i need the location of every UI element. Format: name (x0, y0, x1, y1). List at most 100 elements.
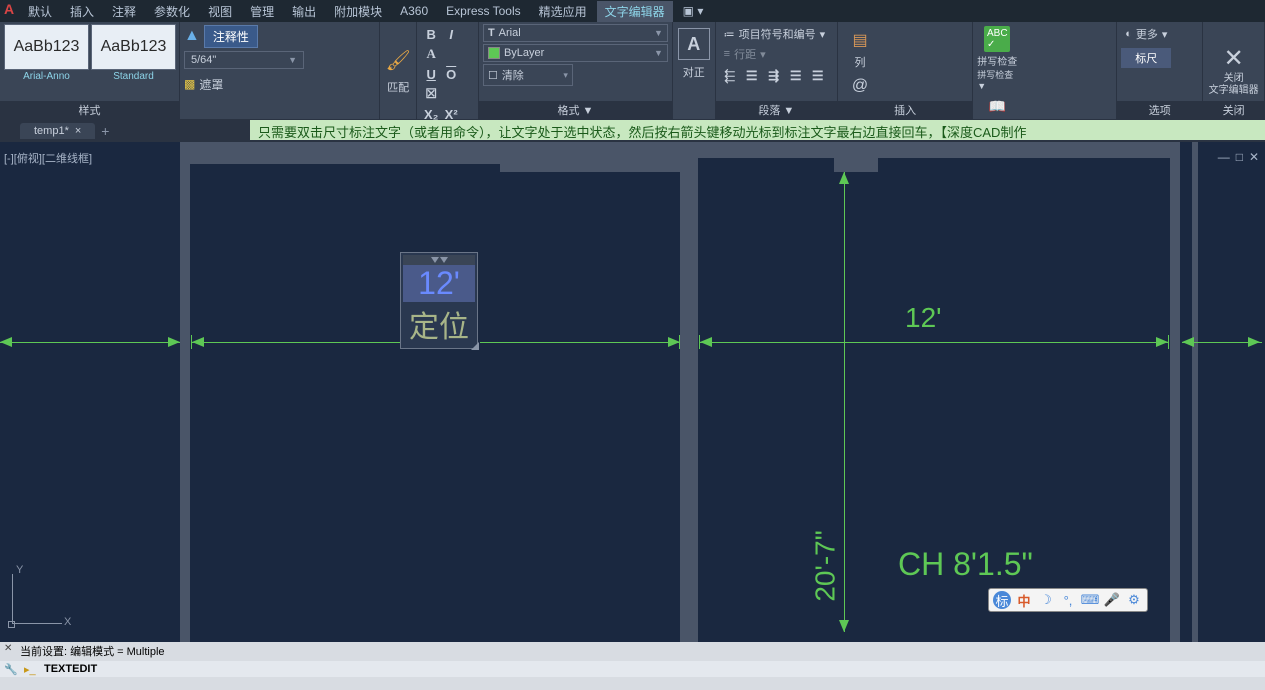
ime-keyboard-icon[interactable]: ⌨ (1081, 591, 1099, 609)
bold-button[interactable]: B (422, 25, 440, 43)
wrench-icon[interactable]: 🔧 (4, 663, 20, 676)
overline-button[interactable]: O (442, 65, 460, 83)
tab-temp1[interactable]: temp1*× (20, 123, 95, 139)
vp-maximize-icon[interactable]: □ (1236, 150, 1243, 164)
dim-tick (1168, 335, 1169, 349)
command-line[interactable]: ✕ 当前设置: 编辑模式 = Multiple 🔧▸_TEXTEDIT (0, 642, 1265, 690)
wall (698, 142, 1178, 158)
align-left-icon[interactable]: ⬱ (721, 67, 739, 85)
close-editor-button[interactable]: ✕ (1224, 44, 1244, 73)
linespacing-button[interactable]: ≡ 行距 ▾ (720, 44, 833, 64)
dim-text-12: 12' (905, 302, 942, 334)
inplace-text-editor[interactable]: 12' 定位 (400, 252, 478, 349)
align-center-icon[interactable]: ☰ (743, 67, 761, 85)
editor-ruler[interactable] (403, 255, 475, 265)
menu-insert[interactable]: 插入 (62, 1, 102, 22)
layer-combo[interactable]: ByLayer▼ (483, 44, 668, 62)
viewport-label[interactable]: [-][俯视][二维线框] (4, 150, 92, 166)
clear-combo[interactable]: ☐清除▾ (483, 64, 573, 86)
ime-moon-icon[interactable]: ☽ (1037, 591, 1055, 609)
wall (500, 142, 682, 172)
dim-text-20-7: 20'-7" (810, 530, 842, 601)
editor-line-1[interactable]: 12' (403, 265, 475, 302)
menu-featured[interactable]: 精选应用 (531, 1, 595, 22)
dim-arrow-icon (1182, 337, 1194, 347)
style-sample-1[interactable]: AaBb123 (4, 24, 89, 70)
at-icon: @ (848, 74, 872, 98)
match-brush-icon[interactable]: 🖌 (384, 47, 412, 75)
ime-lang-icon[interactable]: 中 (1015, 591, 1033, 609)
dim-line (0, 342, 180, 343)
annotative-button[interactable]: 注释性 (204, 25, 258, 48)
menu-manage[interactable]: 管理 (242, 1, 282, 22)
align-right-icon[interactable]: ⇶ (765, 67, 783, 85)
ime-settings-icon[interactable]: ⚙ (1125, 591, 1143, 609)
menu-bar: 默认 插入 注释 参数化 视图 管理 输出 附加模块 A360 Express … (0, 0, 1265, 22)
ime-mic-icon[interactable]: 🎤 (1103, 591, 1121, 609)
dim-tick (699, 335, 700, 349)
menu-overflow[interactable]: ▣ ▾ (675, 2, 712, 20)
ime-logo-icon[interactable]: 标 (993, 591, 1011, 609)
ch-text: CH 8'1.5" (898, 546, 1033, 583)
underline-button[interactable]: U (422, 65, 440, 83)
panel-close: ✕ 关闭文字编辑器 关闭 (1203, 22, 1265, 119)
menu-parametric[interactable]: 参数化 (146, 1, 198, 22)
tab-add-button[interactable]: + (101, 123, 109, 139)
wall (180, 142, 190, 642)
tab-marker-icon[interactable] (431, 257, 439, 263)
wall (1192, 142, 1198, 642)
strike-button[interactable]: ☒ (422, 85, 440, 103)
menu-text-editor[interactable]: 文字编辑器 (597, 1, 673, 22)
vp-minimize-icon[interactable]: — (1218, 150, 1230, 164)
spellcheck-button[interactable]: ABC✓拼写检查拼写检查 ▼ (977, 24, 1017, 91)
justify-icon[interactable]: A (678, 28, 710, 60)
dim-arrow-icon (839, 172, 849, 184)
dim-arrow-icon (1156, 337, 1168, 347)
cmd-input[interactable]: TEXTEDIT (44, 663, 97, 675)
editor-resize-handle[interactable] (471, 342, 479, 350)
more-button[interactable]: ◐ 更多 ▾ (1121, 24, 1198, 44)
cmdline-close-icon[interactable]: ✕ (4, 643, 12, 654)
style-sample-2[interactable]: AaBb123 (91, 24, 176, 70)
dim-arrow-icon (700, 337, 712, 347)
column-button[interactable]: ▤列 (842, 24, 878, 70)
menu-express[interactable]: Express Tools (438, 2, 528, 20)
panel-insert: ▤列 @符号 ▦字段 插入 (838, 22, 973, 119)
tab-marker-icon[interactable] (440, 257, 448, 263)
panel-label-close: 关闭 (1203, 101, 1264, 119)
align-justify-icon[interactable]: ☰ (787, 67, 805, 85)
menu-a360[interactable]: A360 (392, 2, 436, 20)
dim-arrow-icon (0, 337, 12, 347)
ime-toolbar[interactable]: 标 中 ☽ °, ⌨ 🎤 ⚙ (988, 588, 1148, 612)
dim-line (480, 342, 680, 343)
wall (834, 142, 878, 172)
drawing-canvas[interactable]: [-][俯视][二维线框] — □ ✕ 12' 20'-7" CH 8'1.5"… (0, 142, 1265, 642)
style-name-1: Arial-Anno (4, 70, 89, 83)
text-height-combo[interactable]: 5/64"▼ (184, 51, 304, 69)
vp-close-icon[interactable]: ✕ (1249, 150, 1259, 164)
dim-line (844, 172, 845, 632)
panel-options: ◐ 更多 ▾ 标尺 选项 (1117, 22, 1203, 119)
mask-button[interactable]: ▩遮罩 (184, 72, 375, 96)
menu-view[interactable]: 视图 (200, 1, 240, 22)
font-button[interactable]: A (422, 45, 440, 63)
menu-output[interactable]: 输出 (284, 1, 324, 22)
panel-label-options: 选项 (1117, 101, 1202, 119)
dim-arrow-icon (168, 337, 180, 347)
panel-label-para: 段落 ▼ (716, 101, 837, 119)
menu-addins[interactable]: 附加模块 (326, 1, 390, 22)
editor-line-2[interactable]: 定位 (403, 302, 475, 346)
abc-check-icon: ABC✓ (984, 26, 1010, 52)
italic-button[interactable]: I (442, 25, 460, 43)
align-dist-icon[interactable]: ☰ (809, 67, 827, 85)
bullets-button[interactable]: ≔ 项目符号和编号 ▾ (720, 24, 833, 44)
ruler-button[interactable]: 标尺 (1121, 48, 1171, 68)
panel-paragraph: ≔ 项目符号和编号 ▾ ≡ 行距 ▾ ⬱ ☰ ⇶ ☰ ☰ 段落 ▼ (716, 22, 838, 119)
menu-annotate[interactable]: 注释 (104, 1, 144, 22)
font-name-combo[interactable]: TArial▼ (483, 24, 668, 42)
tip-bar: 只需要双击尺寸标注文字（或者用命令），让文字处于选中状态，然后按右箭头键移动光标… (250, 120, 1265, 140)
tab-close-icon[interactable]: × (75, 125, 81, 137)
panel-format: ▲注释性 5/64"▼ ▩遮罩 (180, 22, 380, 119)
ime-punct-icon[interactable]: °, (1059, 591, 1077, 609)
panel-label-insert: 插入 (838, 101, 972, 119)
